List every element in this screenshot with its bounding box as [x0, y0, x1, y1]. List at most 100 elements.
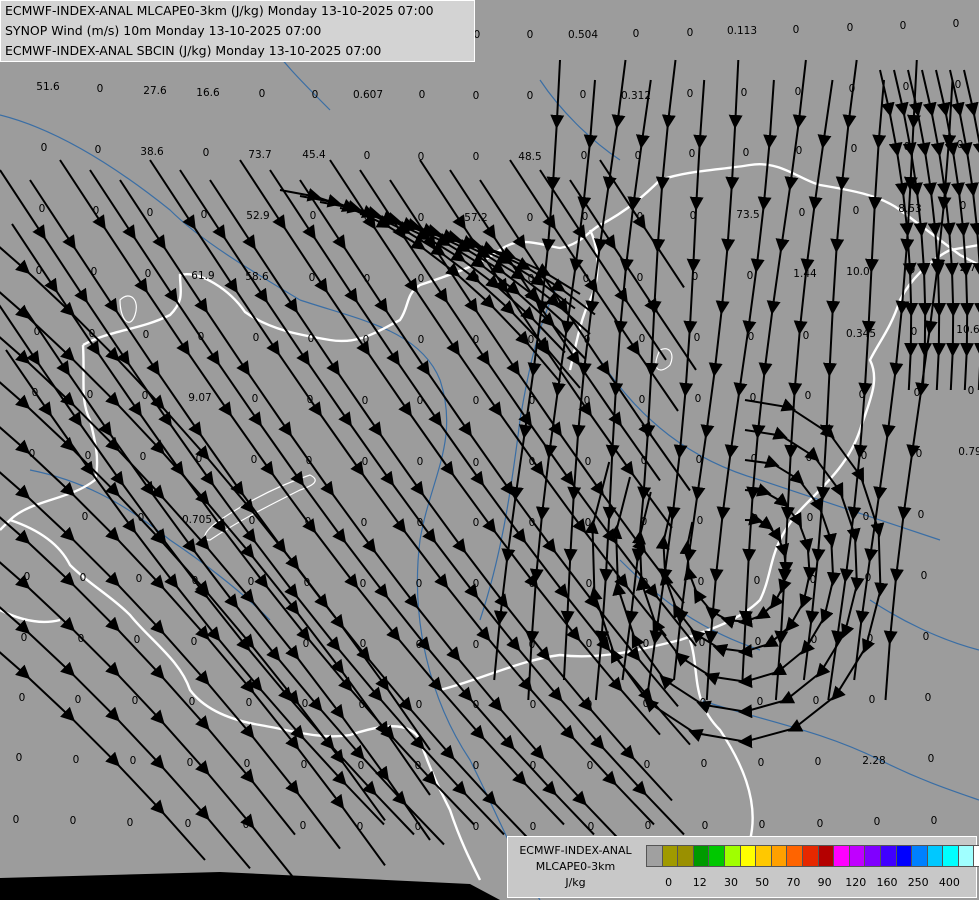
value-label: 0 [132, 695, 139, 707]
value-label: 0 [586, 699, 593, 711]
value-label: 0 [587, 760, 594, 772]
value-label: 0 [529, 639, 536, 651]
legend-swatch [724, 846, 741, 866]
value-label: 0 [302, 698, 309, 710]
legend-swatch [693, 846, 710, 866]
legend-swatch [974, 846, 979, 866]
value-label: 0 [900, 20, 907, 32]
value-label: 0 [960, 200, 967, 212]
legend-tick-label: 400 [938, 876, 960, 889]
value-label: 0 [743, 147, 750, 159]
value-label: 10.0 [846, 266, 869, 278]
value-label: 0.705 [182, 514, 212, 526]
value-label: 0 [865, 572, 872, 584]
legend-swatch [958, 846, 975, 866]
legend-tick-label: 250 [907, 876, 929, 889]
value-label: 0 [530, 821, 537, 833]
value-label: 0 [692, 271, 699, 283]
value-label: 0.504 [568, 29, 598, 41]
value-label: 0 [301, 759, 308, 771]
value-label: 0 [360, 578, 367, 590]
value-label: 0 [187, 757, 194, 769]
value-label: 0 [32, 387, 39, 399]
value-label: 0 [473, 699, 480, 711]
value-label: 0 [303, 638, 310, 650]
value-label: 0 [527, 90, 534, 102]
legend-tick-label: 0 [665, 876, 673, 889]
value-label: 61.9 [191, 270, 214, 282]
value-label: 0 [586, 578, 593, 590]
value-label: 0 [309, 272, 316, 284]
value-label: 0 [16, 752, 23, 764]
value-label: 0 [418, 212, 425, 224]
value-label: 0 [585, 517, 592, 529]
value-label: 0 [246, 697, 253, 709]
value-label: 0 [747, 270, 754, 282]
legend-title-param: MLCAPE0-3km [535, 860, 616, 873]
value-label: 0 [953, 18, 960, 30]
value-label: 0 [473, 457, 480, 469]
legend-swatch [834, 846, 850, 866]
value-label: 0 [358, 760, 365, 772]
value-label: 48.5 [518, 151, 541, 163]
value-label: 0.113 [727, 25, 757, 37]
value-label: 0 [859, 389, 866, 401]
value-label: 0 [639, 333, 646, 345]
value-label: 0 [697, 515, 704, 527]
value-label: 0 [418, 334, 425, 346]
value-label: 0 [586, 638, 593, 650]
value-label: 0 [909, 264, 916, 276]
value-label: 0 [695, 393, 702, 405]
value-label: 0 [869, 694, 876, 706]
value-label: 0 [758, 757, 765, 769]
value-label: 0 [815, 756, 822, 768]
title-line-cin: ECMWF-INDEX-ANAL SBCIN (J/kg) Monday 13-… [5, 43, 382, 58]
value-label: 0 [639, 394, 646, 406]
value-label: 0 [19, 692, 26, 704]
value-label: 0 [80, 572, 87, 584]
value-label: 0 [185, 818, 192, 830]
value-label: 0 [529, 517, 536, 529]
value-label: 0 [851, 143, 858, 155]
value-label: 0 [529, 395, 536, 407]
value-label: 0 [701, 758, 708, 770]
value-label: 0 [867, 633, 874, 645]
value-label: 2.28 [862, 755, 885, 767]
value-label: 0 [364, 150, 371, 162]
value-label: 0 [244, 758, 251, 770]
value-label: 0 [419, 89, 426, 101]
value-label: 0 [911, 326, 918, 338]
value-label: 0 [87, 389, 94, 401]
value-label: 0 [415, 821, 422, 833]
legend-swatch [896, 846, 913, 866]
value-label: 0 [300, 820, 307, 832]
value-label: 0 [196, 453, 203, 465]
value-label: 0 [751, 453, 758, 465]
value-label: 0 [923, 631, 930, 643]
legend-swatch [709, 846, 725, 866]
value-label: 0 [192, 575, 199, 587]
value-label: 0 [416, 639, 423, 651]
legend-tick-label: 70 [786, 876, 801, 889]
map-title-box: ECMWF-INDEX-ANAL MLCAPE0-3km (J/kg) Mond… [0, 0, 475, 62]
value-label: 73.7 [248, 149, 271, 161]
value-label: 0 [249, 515, 256, 527]
value-label: 0 [97, 83, 104, 95]
value-label: 58.6 [245, 271, 269, 283]
legend-tick-label: 160 [876, 876, 898, 889]
value-label: 0 [418, 273, 425, 285]
value-label: 0 [583, 273, 590, 285]
value-label: 0 [689, 148, 696, 160]
value-label: 0 [530, 699, 537, 711]
value-label: 0 [360, 638, 367, 650]
value-label: 0 [95, 144, 102, 156]
value-label: 0 [191, 636, 198, 648]
value-label: 0 [248, 576, 255, 588]
value-label: 0 [362, 395, 369, 407]
value-label: 0 [904, 141, 911, 153]
value-label: 0 [243, 819, 250, 831]
value-label: 0 [690, 210, 697, 222]
value-label: 0 [580, 89, 587, 101]
value-label: 0 [251, 454, 258, 466]
value-label: 0 [755, 636, 762, 648]
